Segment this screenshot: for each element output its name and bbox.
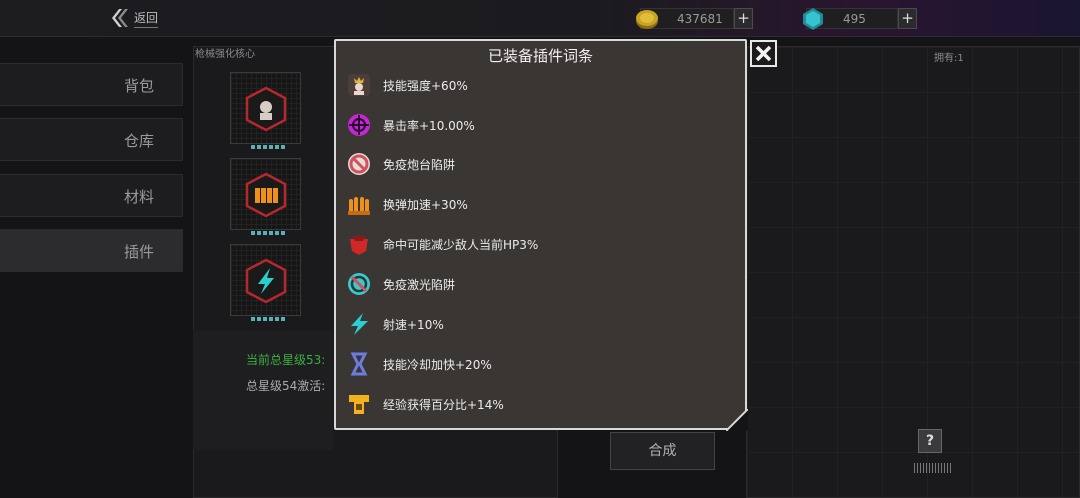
inventory-grid <box>746 46 1080 498</box>
fire-rate-icon <box>351 313 368 335</box>
back-label: 返回 <box>134 9 159 28</box>
turret-immune-icon <box>348 153 370 175</box>
sidebar-item-label: 材料 <box>123 188 154 206</box>
gold-counter: 437681 + <box>636 8 753 29</box>
entry-label: 暴击率+10.00% <box>383 118 475 133</box>
entry-label: 免疫炮台陷阱 <box>383 157 456 172</box>
add-gem-button[interactable]: + <box>898 8 917 29</box>
gem-icon <box>803 8 823 30</box>
reload-icon <box>348 197 370 215</box>
current-star-text: 当前总星级53: <box>246 353 326 367</box>
owned-count: 拥有:1 <box>934 53 964 64</box>
close-icon <box>755 45 772 62</box>
modal-entry: 技能冷却加快+20% <box>346 349 492 379</box>
entry-label: 命中可能减少敌人当前HP3% <box>383 237 539 252</box>
sidebar-item-backpack[interactable]: 背包 <box>0 63 183 106</box>
sidebar-item-label: 背包 <box>123 77 154 95</box>
entry-label: 技能强度+60% <box>383 78 468 93</box>
slot-level-dots <box>251 317 285 321</box>
reload-slot-icon <box>245 172 287 218</box>
entry-label: 射速+10% <box>383 317 444 332</box>
compose-button[interactable]: 合成 <box>610 432 715 470</box>
entry-label: 经验获得百分比+14% <box>383 397 504 412</box>
gem-counter: 495 + <box>803 8 917 30</box>
slot-level-dots <box>251 231 285 235</box>
gold-coin-icon <box>636 10 658 29</box>
double-chevron-left-icon <box>112 9 128 27</box>
core-panel-title: 枪械强化核心 <box>195 49 255 60</box>
plugin-slot[interactable] <box>230 72 301 149</box>
cooldown-icon <box>350 352 368 376</box>
entry-label: 换弹加速+30% <box>383 197 468 212</box>
modal-entry: 换弹加速+30% <box>346 189 468 219</box>
exp-icon <box>349 395 369 414</box>
equipped-plugin-modal: 已装备插件词条 技能强度+60% 暴击率+10.00% 免疫炮台陷阱 换弹加速+… <box>334 39 748 431</box>
modal-entry: 免疫炮台陷阱 <box>346 149 455 179</box>
hp-reduce-icon <box>350 236 368 255</box>
close-modal-button[interactable] <box>750 40 777 67</box>
modal-entry: 经验获得百分比+14% <box>346 389 504 419</box>
star54-text: 总星级54激活: <box>246 379 326 393</box>
modal-entry: 技能强度+60% <box>346 70 468 100</box>
back-button[interactable]: 返回 <box>108 6 159 30</box>
modal-entry: 暴击率+10.00% <box>346 110 475 140</box>
sidebar-item-warehouse[interactable]: 仓库 <box>0 118 183 161</box>
help-button[interactable]: ? <box>918 429 942 453</box>
laser-immune-icon <box>348 273 370 295</box>
entry-label: 技能冷却加快+20% <box>383 357 492 372</box>
barcode-decoration <box>914 463 952 473</box>
add-gold-button[interactable]: + <box>734 8 753 29</box>
sidebar-item-materials[interactable]: 材料 <box>0 174 183 217</box>
skill-power-slot-icon <box>245 86 287 132</box>
skill-power-icon <box>348 74 370 96</box>
top-bar: 返回 437681 + 495 + <box>0 0 1080 37</box>
plugin-slot[interactable] <box>230 158 301 235</box>
modal-title: 已装备插件词条 <box>487 47 593 65</box>
entry-label: 免疫激光陷阱 <box>383 277 456 292</box>
sidebar-item-label: 插件 <box>123 243 154 261</box>
modal-entry: 免疫激光陷阱 <box>346 269 455 299</box>
plugin-slot[interactable] <box>230 244 301 321</box>
fire-rate-slot-icon <box>245 258 287 304</box>
slot-level-dots <box>251 145 285 149</box>
sidebar-item-label: 仓库 <box>123 132 154 150</box>
modal-corner-notch <box>726 409 748 431</box>
modal-entry: 命中可能减少敌人当前HP3% <box>346 229 538 259</box>
modal-entry: 射速+10% <box>346 309 444 339</box>
crit-rate-icon <box>348 114 370 136</box>
sidebar-item-plugins[interactable]: 插件 <box>0 229 183 272</box>
